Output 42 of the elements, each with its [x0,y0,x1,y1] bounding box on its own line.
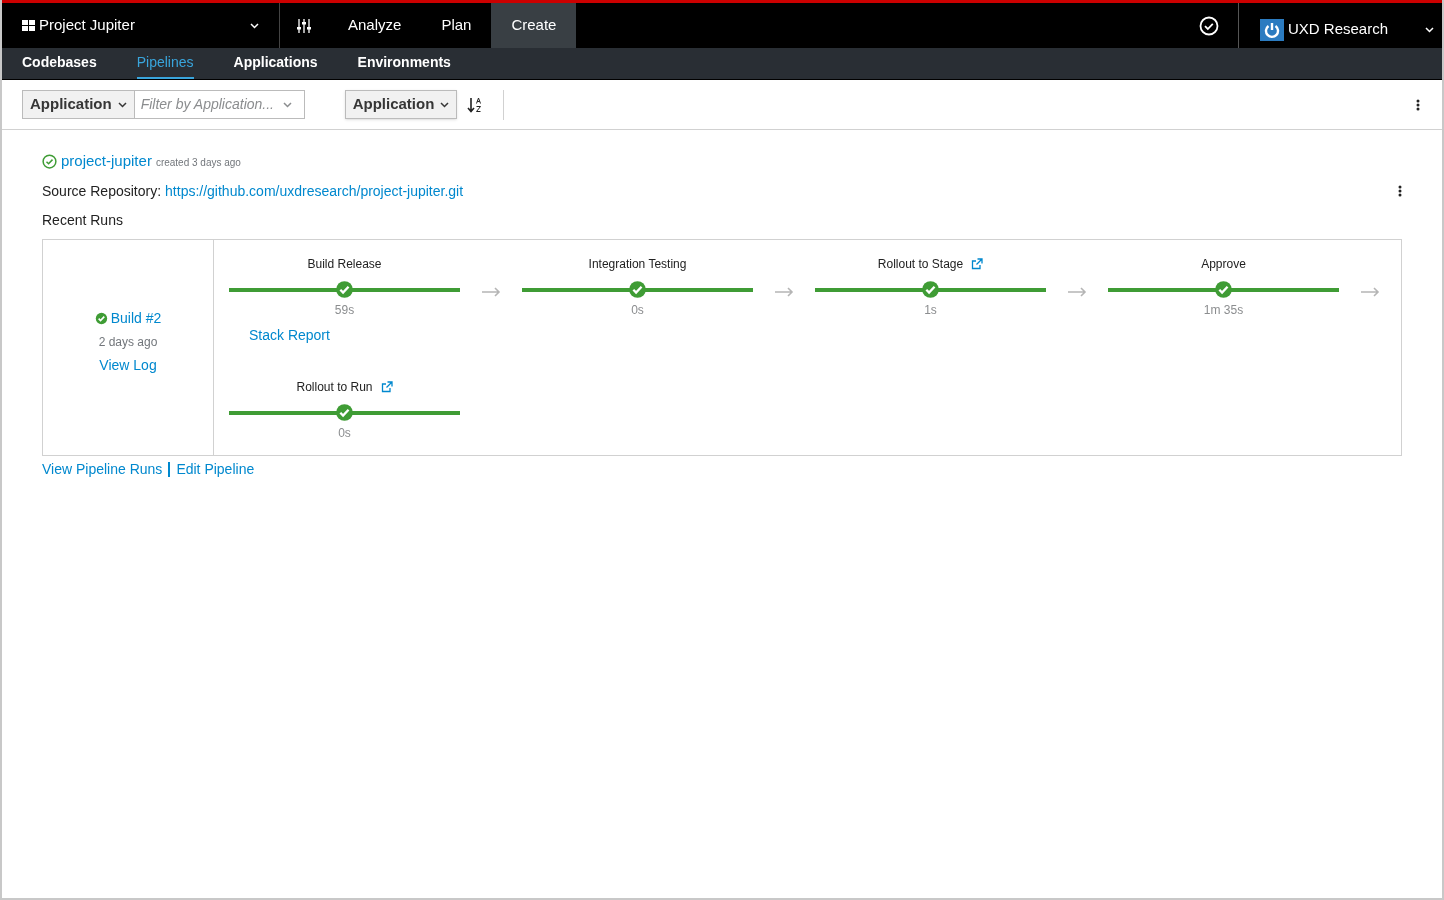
footer-link[interactable]: Edit Pipeline [176,458,255,480]
created-time: created 3 days ago [155,156,241,170]
nav-tab[interactable]: Create [491,3,577,48]
kebab-menu-icon[interactable] [1398,185,1402,197]
source-label: Source Repository: [42,181,162,201]
caret-icon [1425,26,1434,33]
build-link[interactable]: Build #2 [110,308,162,329]
stage-duration: 1m 35s [1203,301,1244,319]
stage-name: Integration Testing [588,255,687,273]
caret-icon [440,101,450,108]
build-time: 2 days ago [98,334,158,351]
footer-link[interactable]: View Pipeline Runs [42,458,163,480]
stack-report-link[interactable]: Stack Report [249,324,330,346]
filter-input[interactable]: Filter by Application... [134,90,305,119]
caret-icon [117,101,127,108]
filter-field-select[interactable]: Application [22,90,135,119]
stage-duration: 1s [924,301,937,319]
stage-name: Rollout to Stage [877,255,964,273]
stage-duration: 0s [631,301,644,319]
external-link-icon[interactable] [971,257,984,270]
section-heading: Recent Runs [42,210,124,230]
nav-tab[interactable]: Plan [421,3,492,48]
view-log-link[interactable]: View Log [99,355,157,376]
stage-duration: 59s [334,301,355,319]
kebab-menu-icon[interactable] [1416,98,1420,111]
stage-name: Build Release [307,255,382,273]
power-icon [1260,18,1284,41]
sub-nav-tab[interactable]: Codebases [22,48,97,79]
stage-name: Rollout to Run [296,378,373,396]
stage-name: Approve [1201,255,1246,273]
stage-duration: 0s [338,424,351,442]
caret-icon [250,22,259,29]
sub-nav-tab[interactable]: Pipelines [136,48,194,79]
sort-field-select[interactable]: Application [344,90,458,119]
grid-icon [22,20,35,31]
pipeline-name-link[interactable]: project-jupiter [61,150,152,173]
sub-nav-tab[interactable]: Environments [357,48,451,79]
nav-tab[interactable]: Analyze [328,3,422,48]
repository-link[interactable]: https://github.com/uxdresearch/project-jupiter.git [165,180,464,202]
external-link-icon[interactable] [380,380,393,393]
caret-icon [282,101,292,108]
sub-nav-tab[interactable]: Applications [233,48,318,79]
